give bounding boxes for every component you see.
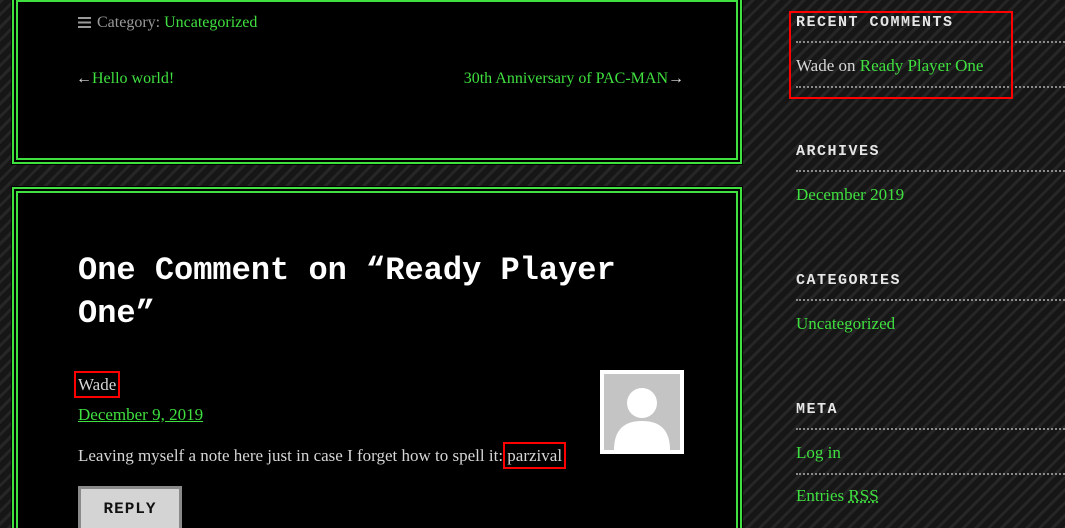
entries-rss-link[interactable]: Entries RSS bbox=[796, 486, 879, 505]
avatar bbox=[600, 370, 684, 454]
comment-highlight-word: parzival bbox=[503, 442, 567, 469]
category-link[interactable]: Uncategorized bbox=[164, 14, 257, 31]
page: Category: Uncategorized ←Hello world! 30… bbox=[0, 0, 1065, 528]
rss-abbr: RSS bbox=[848, 486, 879, 505]
archives-title: ARCHIVES bbox=[796, 143, 1065, 172]
next-post-link[interactable]: 30th Anniversary of PAC-MAN bbox=[464, 70, 668, 87]
category-label: Category: bbox=[97, 14, 161, 31]
default-avatar-icon bbox=[604, 374, 680, 450]
arrow-left-icon: ← bbox=[76, 70, 92, 87]
comment-author: Wade bbox=[73, 371, 121, 398]
category-link-uncategorized[interactable]: Uncategorized bbox=[796, 314, 895, 333]
comment-date-link[interactable]: December 9, 2019 bbox=[78, 405, 203, 425]
meta-item-entries: Entries RSS bbox=[796, 475, 1065, 516]
menu-lines-icon bbox=[78, 17, 91, 28]
comment-author-name: Wade bbox=[73, 371, 121, 398]
category-item: Uncategorized bbox=[796, 301, 1065, 344]
comment-body: Leaving myself a note here just in case … bbox=[78, 442, 567, 469]
reply-button[interactable]: REPLY bbox=[78, 486, 182, 528]
previous-post-nav[interactable]: ←Hello world! bbox=[76, 70, 174, 88]
archive-link-december-2019[interactable]: December 2019 bbox=[796, 185, 904, 204]
next-post-nav[interactable]: 30th Anniversary of PAC-MAN→ bbox=[464, 70, 684, 88]
entries-label: Entries bbox=[796, 486, 845, 505]
comments-card: One Comment on “Ready Player One” Wade D… bbox=[11, 186, 743, 528]
meta-item-login: Log in bbox=[796, 430, 1065, 475]
comment-text: Leaving myself a note here just in case … bbox=[78, 446, 504, 465]
categories-title: CATEGORIES bbox=[796, 272, 1065, 301]
arrow-right-icon: → bbox=[668, 70, 684, 87]
post-category: Category: Uncategorized bbox=[78, 14, 257, 32]
previous-post-link[interactable]: Hello world! bbox=[92, 70, 174, 87]
comments-title: One Comment on “Ready Player One” bbox=[78, 252, 616, 332]
meta-widget: META Log in Entries RSS bbox=[796, 401, 1065, 516]
archives-widget: ARCHIVES December 2019 bbox=[796, 143, 1065, 215]
post-footer-card: Category: Uncategorized ←Hello world! 30… bbox=[11, 0, 743, 165]
categories-widget: CATEGORIES Uncategorized bbox=[796, 272, 1065, 344]
recent-comments-highlight-box bbox=[789, 11, 1013, 99]
archive-item: December 2019 bbox=[796, 172, 1065, 215]
meta-title: META bbox=[796, 401, 1065, 430]
log-in-link[interactable]: Log in bbox=[796, 443, 841, 462]
